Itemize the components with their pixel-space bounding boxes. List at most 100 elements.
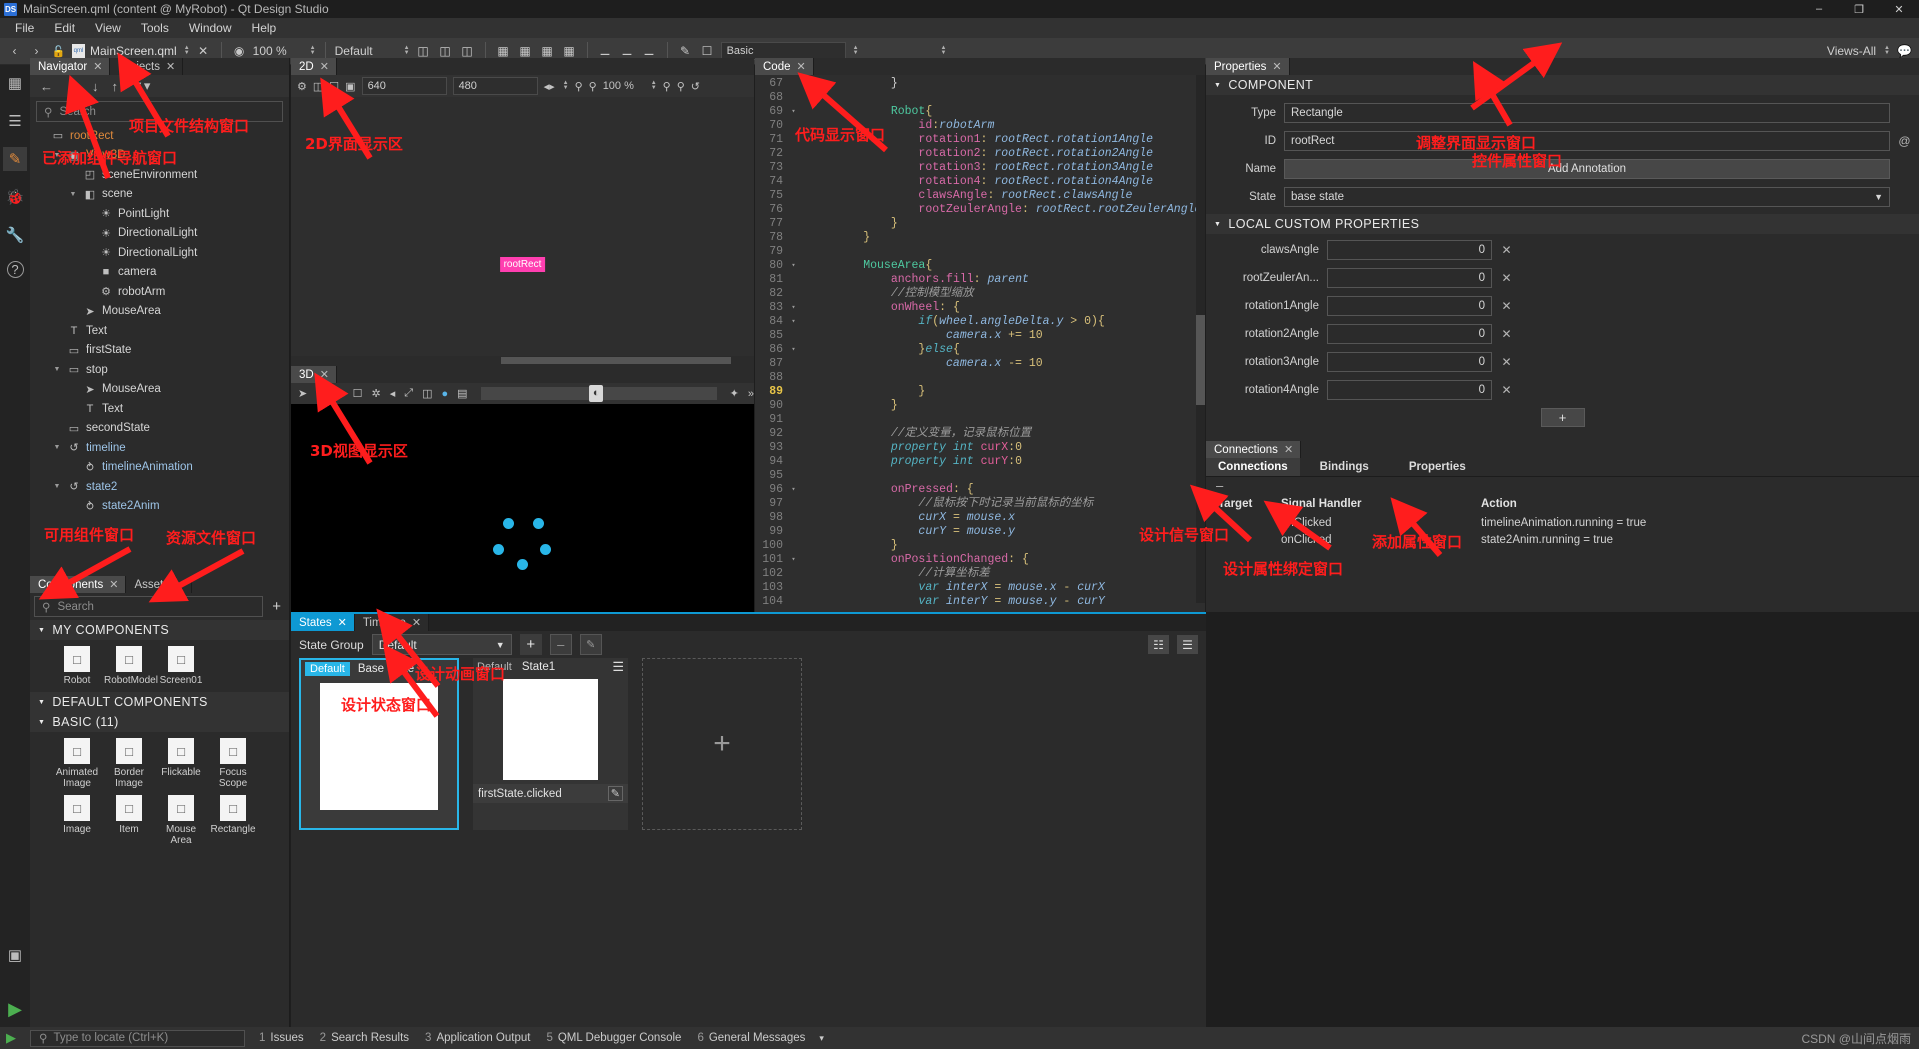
bounds-icon[interactable]: ☐ <box>329 80 339 93</box>
state-card-state1[interactable]: Default State1 ☰ firstState.clicked ✎ <box>473 658 628 830</box>
view3d-slider-handle[interactable]: ◐ <box>589 385 604 402</box>
help-icon[interactable]: ? <box>6 261 24 278</box>
tab-properties[interactable]: Properties ✕ <box>1206 58 1290 75</box>
zoom-selection-icon[interactable]: ⚲ <box>677 80 685 93</box>
tree-item[interactable]: ⥁ state2Anim <box>36 497 289 517</box>
tree-item[interactable]: ▭ firstState <box>36 341 289 361</box>
remove-property-icon[interactable]: ✕ <box>1500 383 1513 397</box>
code-line[interactable]: 67 } <box>755 77 1205 91</box>
tree-item[interactable]: ▭ rootRect <box>36 126 289 146</box>
code-line[interactable]: 70 id:robotArm <box>755 119 1205 133</box>
custom-property-value[interactable]: 0 <box>1327 380 1492 400</box>
field-type[interactable]: Rectangle <box>1284 103 1890 123</box>
add-state-placeholder[interactable]: + <box>642 658 802 830</box>
status-more-icon[interactable]: ▾ <box>819 1033 824 1044</box>
tree-item[interactable]: ☀ DirectionalLight <box>36 224 289 244</box>
code-editor[interactable]: 67 } 68 69 ▾ Robot{70 id:robotArm 71 rotatio… <box>755 75 1205 612</box>
code-line[interactable]: 78 } <box>755 231 1205 245</box>
remove-state-button[interactable]: – <box>549 634 572 655</box>
tab-2d[interactable]: 2D ✕ <box>291 58 337 75</box>
layout-row-icon[interactable]: ⚊ <box>597 43 614 60</box>
code-line[interactable]: 91 <box>755 413 1205 427</box>
tree-item[interactable]: ▼ ↺ timeline <box>36 438 289 458</box>
tree-item[interactable]: ▼ ▭ stop <box>36 360 289 380</box>
tree-item[interactable]: ▼ ▣ View3D <box>36 146 289 166</box>
distribute-v-icon[interactable]: ▦ <box>517 43 534 60</box>
overflow-icon[interactable]: » <box>748 388 754 400</box>
remove-property-icon[interactable]: ✕ <box>1500 243 1513 257</box>
code-line[interactable]: 74 rotation4: rootRect.rotation4Angle <box>755 175 1205 189</box>
component-item[interactable]: □ Screen01 <box>156 646 206 686</box>
code-fold-icon[interactable]: ▾ <box>787 105 800 119</box>
status-item[interactable]: 6 General Messages <box>697 1032 805 1044</box>
code-line[interactable]: 100 } <box>755 539 1205 553</box>
component-item[interactable]: □ Mouse Area <box>156 795 206 846</box>
code-line[interactable]: 83 ▾ onWheel: { <box>755 301 1205 315</box>
view3d-slider[interactable]: ◐ <box>480 385 717 402</box>
component-item[interactable]: □ Item <box>104 795 154 846</box>
annotation-icon[interactable]: ✎ <box>677 43 694 60</box>
tab-timeline[interactable]: Timeline ✕ <box>354 614 430 631</box>
subtab-connections[interactable]: Connections <box>1206 458 1300 476</box>
component-section-header[interactable]: ▼ DEFAULT COMPONENTS <box>30 692 289 712</box>
tree-twisty-icon[interactable]: ▼ <box>52 444 62 451</box>
code-line[interactable]: 103 var interX = mouse.x - curX <box>755 581 1205 595</box>
remove-property-icon[interactable]: ✕ <box>1500 299 1513 313</box>
tab-projects[interactable]: Projects ✕ <box>110 58 184 75</box>
section-component-header[interactable]: ▼ COMPONENT <box>1206 75 1919 95</box>
component-item[interactable]: □ Image <box>52 795 102 846</box>
snap-icon[interactable]: ⚙ <box>297 80 307 93</box>
distribute-h-icon[interactable]: ▦ <box>495 43 512 60</box>
tree-item[interactable]: T Text <box>36 321 289 341</box>
code-line[interactable]: 79 <box>755 245 1205 259</box>
menu-edit[interactable]: Edit <box>45 19 84 37</box>
code-line[interactable]: 87 camera.x -= 10 <box>755 357 1205 371</box>
close-icon[interactable]: ✕ <box>175 578 184 591</box>
table-row[interactable]: onClicked timelineAnimation.running = tru… <box>1206 514 1919 531</box>
code-line[interactable]: 93 property int curX:0 <box>755 441 1205 455</box>
file-close-icon[interactable]: ✕ <box>195 43 212 60</box>
code-fold-icon[interactable]: ▾ <box>787 301 800 315</box>
minimize-button[interactable]: – <box>1799 0 1839 18</box>
move-down-icon[interactable]: ↓ <box>92 79 99 94</box>
close-icon[interactable]: ✕ <box>1272 60 1281 73</box>
views-all-label[interactable]: Views-All <box>1827 44 1876 58</box>
view2d-zoom-spinner[interactable]: ▲ ▼ <box>651 80 657 91</box>
id-alias-icon[interactable]: @ <box>1898 134 1911 148</box>
code-line[interactable]: 97 //鼠标按下时记录当前鼠标的坐标 <box>755 497 1205 511</box>
code-line[interactable]: 95 <box>755 469 1205 483</box>
code-line[interactable]: 99 curY = mouse.y <box>755 525 1205 539</box>
align-right-icon[interactable]: ◫ <box>459 43 476 60</box>
select-cursor-icon[interactable]: ➤ <box>298 387 307 400</box>
tab-states[interactable]: States ✕ <box>291 614 355 631</box>
layout-col-icon[interactable]: ⚊ <box>619 43 636 60</box>
add-property-button[interactable]: + <box>1540 408 1585 427</box>
close-icon[interactable]: ✕ <box>109 578 118 591</box>
add-component-button[interactable]: + <box>268 598 285 615</box>
code-line[interactable]: 85 camera.x += 10 <box>755 329 1205 343</box>
locate-input[interactable]: ⚲ Type to locate (Ctrl+K) <box>30 1029 245 1047</box>
components-search-input[interactable]: ⚲ Search <box>34 596 264 617</box>
tree-item[interactable]: ▭ secondState <box>36 419 289 439</box>
status-item[interactable]: 3 Application Output <box>425 1032 530 1044</box>
zoom-out-icon[interactable]: ⚲ <box>575 80 583 93</box>
remove-connection-button[interactable]: – <box>1206 477 1919 494</box>
device-icon[interactable]: ▣ <box>3 943 27 967</box>
menu-help[interactable]: Help <box>243 19 286 37</box>
fit-icon[interactable]: ◂▸ <box>544 80 555 93</box>
code-line[interactable]: 104 var interY = mouse.y - curY <box>755 595 1205 609</box>
field-id[interactable]: rootRect <box>1284 131 1890 151</box>
tab-assets[interactable]: Assets ✕ <box>126 576 193 593</box>
rotate-tool-icon[interactable]: ↻ <box>334 387 343 400</box>
code-line[interactable]: 80 ▾ MouseArea{ <box>755 259 1205 273</box>
code-line[interactable]: 69 ▾ Robot{ <box>755 105 1205 119</box>
code-line[interactable]: 102 //计算坐标差 <box>755 567 1205 581</box>
menu-tools[interactable]: Tools <box>132 19 178 37</box>
code-line[interactable]: 89 } <box>755 385 1205 399</box>
state-menu-icon[interactable]: ☰ <box>612 659 628 675</box>
add-state-button[interactable]: + <box>519 634 542 655</box>
tree-item[interactable]: ⥁ timelineAnimation <box>36 458 289 478</box>
edit-state-button[interactable]: ✎ <box>579 634 602 655</box>
state-card-base[interactable]: Default Base State <box>299 658 459 830</box>
close-icon[interactable]: ✕ <box>412 616 421 629</box>
